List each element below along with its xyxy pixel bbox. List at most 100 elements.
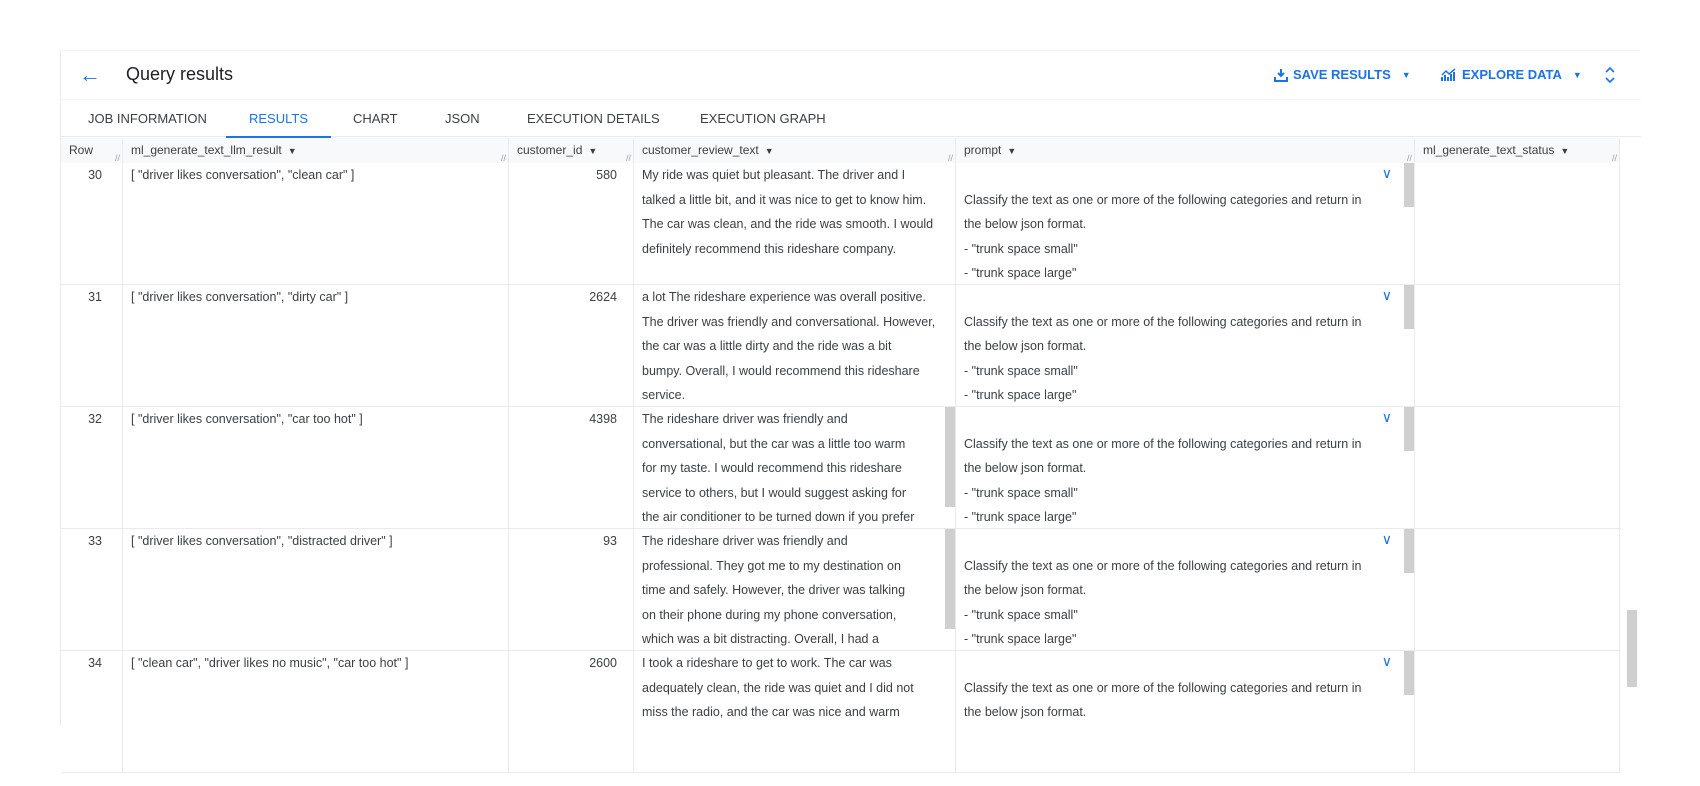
column-header-row[interactable]: Row // (61, 138, 123, 163)
prompt-line (964, 651, 1406, 676)
page-title: Query results (126, 64, 234, 84)
table-scrollbar[interactable] (1627, 610, 1637, 687)
review-line: The car was clean, and the ride was smoo… (642, 217, 934, 231)
sort-menu-icon[interactable]: ▼ (1560, 146, 1569, 156)
column-resize-handle[interactable]: // (115, 153, 120, 163)
customer-id-cell: 93 (509, 529, 634, 651)
tab-chart[interactable]: CHART (351, 100, 400, 138)
prompt-cell: Classify the text as one or more of the … (956, 163, 1415, 285)
column-header-llm-result[interactable]: ml_generate_text_llm_result ▼ // (123, 138, 509, 163)
tab-execution-graph[interactable]: EXECUTION GRAPH (698, 100, 828, 138)
tab-results[interactable]: RESULTS (226, 100, 331, 138)
review-text-cell: The rideshare driver was friendly and pro… (634, 529, 956, 651)
review-text-cell: I took a rideshare to get to work. The c… (634, 651, 956, 773)
dropdown-arrow-icon: ▼ (1572, 69, 1582, 80)
review-line: talked a little bit, and it was nice to … (642, 192, 927, 207)
customer-id-cell: 580 (509, 163, 634, 285)
expand-collapse-icon[interactable] (1604, 65, 1616, 85)
expand-chevron-icon[interactable]: ∨ (1382, 407, 1392, 430)
review-line: the car was a little dirty and the ride … (642, 339, 892, 353)
cell-scrollbar[interactable] (945, 407, 955, 507)
prompt-line (964, 163, 1406, 188)
query-results-panel: ← Query results SAVE RESULTS ▼ EXPLORE D… (60, 50, 1641, 773)
cell-scrollbar[interactable] (1404, 285, 1414, 329)
tab-json[interactable]: JSON (443, 100, 482, 138)
expand-chevron-icon[interactable]: ∨ (1382, 163, 1392, 186)
review-line: the air conditioner to be turned down if… (642, 510, 915, 524)
sort-menu-icon[interactable]: ▼ (288, 146, 297, 156)
save-results-button[interactable]: SAVE RESULTS ▼ (1274, 67, 1411, 82)
llm-result-cell: [ "clean car", "driver likes no music", … (123, 651, 509, 773)
customer-id-cell: 4398 (509, 407, 634, 529)
prompt-cell: Classify the text as one or more of the … (956, 285, 1415, 407)
review-line: I took a rideshare to get to work. The c… (642, 656, 892, 670)
column-header-customer-review-text[interactable]: customer_review_text ▼ // (634, 138, 956, 163)
prompt-line: - "trunk space large" (964, 510, 1077, 524)
cell-scrollbar[interactable] (1404, 529, 1414, 573)
column-header-prompt[interactable]: prompt ▼ // (956, 138, 1415, 163)
review-line: which was a bit distracting. Overall, I … (642, 632, 879, 646)
table-row: 32[ "driver likes conversation", "car to… (61, 407, 1621, 529)
status-cell (1415, 651, 1620, 773)
row-number: 30 (61, 163, 123, 285)
column-header-status[interactable]: ml_generate_text_status ▼ // (1415, 138, 1620, 163)
column-resize-handle[interactable]: // (626, 153, 631, 163)
cell-scrollbar[interactable] (1404, 407, 1414, 451)
status-cell (1415, 285, 1620, 407)
column-header-label: customer_review_text (642, 143, 759, 157)
review-text-cell: The rideshare driver was friendly and con… (634, 407, 956, 529)
prompt-line: the below json format. (964, 705, 1087, 719)
prompt-line: Classify the text as one or more of the … (964, 558, 1362, 573)
llm-result-cell: [ "driver likes conversation", "clean ca… (123, 163, 509, 285)
prompt-line (964, 407, 1406, 432)
download-icon (1274, 68, 1288, 82)
review-line: for my taste. I would recommend this rid… (642, 461, 902, 475)
review-line: on their phone during my phone conversat… (642, 607, 897, 622)
sort-menu-icon[interactable]: ▼ (588, 146, 597, 156)
column-resize-handle[interactable]: // (948, 153, 953, 163)
back-arrow-icon[interactable]: ← (79, 63, 103, 87)
column-header-label: prompt (964, 143, 1002, 157)
sort-menu-icon[interactable]: ▼ (1007, 146, 1016, 156)
prompt-line: - "trunk space small" (964, 241, 1078, 256)
column-header-label: ml_generate_text_llm_result (131, 143, 282, 157)
review-line: The rideshare driver was friendly and (642, 412, 848, 426)
cell-scrollbar[interactable] (1404, 651, 1414, 695)
column-resize-handle[interactable]: // (1612, 153, 1617, 163)
column-header-customer-id[interactable]: customer_id ▼ // (509, 138, 634, 163)
prompt-cell: Classify the text as one or more of the … (956, 529, 1415, 651)
review-line: service. (642, 388, 686, 402)
review-line: professional. They got me to my destinat… (642, 558, 901, 573)
save-results-label: SAVE RESULTS (1293, 67, 1391, 82)
expand-chevron-icon[interactable]: ∨ (1382, 651, 1392, 674)
prompt-line (964, 285, 1406, 310)
explore-data-button[interactable]: EXPLORE DATA ▼ (1441, 67, 1582, 82)
prompt-line: the below json format. (964, 217, 1087, 231)
review-text-cell: a lot The rideshare experience was overa… (634, 285, 956, 407)
tab-job-information[interactable]: JOB INFORMATION (86, 100, 209, 138)
sort-menu-icon[interactable]: ▼ (765, 146, 774, 156)
review-line: time and safely. However, the driver was… (642, 583, 906, 597)
table-row: 34[ "clean car", "driver likes no music"… (61, 651, 1621, 773)
llm-result-cell: [ "driver likes conversation", "car too … (123, 407, 509, 529)
status-cell (1415, 407, 1620, 529)
cell-scrollbar[interactable] (1404, 163, 1414, 207)
prompt-line: Classify the text as one or more of the … (964, 436, 1362, 451)
expand-chevron-icon[interactable]: ∨ (1382, 529, 1392, 552)
review-line: conversational, but the car was a little… (642, 436, 906, 451)
table-row: 33[ "driver likes conversation", "distra… (61, 529, 1621, 651)
review-line: adequately clean, the ride was quiet and… (642, 680, 914, 695)
cell-scrollbar[interactable] (945, 529, 955, 629)
review-line: bumpy. Overall, I would recommend this r… (642, 363, 920, 378)
expand-chevron-icon[interactable]: ∨ (1382, 285, 1392, 308)
customer-id-cell: 2624 (509, 285, 634, 407)
prompt-line: Classify the text as one or more of the … (964, 314, 1362, 329)
prompt-line: - "trunk space large" (964, 388, 1077, 402)
prompt-line: - "trunk space small" (964, 485, 1078, 500)
column-resize-handle[interactable]: // (1407, 153, 1412, 163)
column-resize-handle[interactable]: // (501, 153, 506, 163)
tab-execution-details[interactable]: EXECUTION DETAILS (525, 100, 662, 138)
review-line: a lot The rideshare experience was overa… (642, 290, 926, 304)
prompt-line: - "trunk space small" (964, 363, 1078, 378)
prompt-line: - "trunk space large" (964, 266, 1077, 280)
